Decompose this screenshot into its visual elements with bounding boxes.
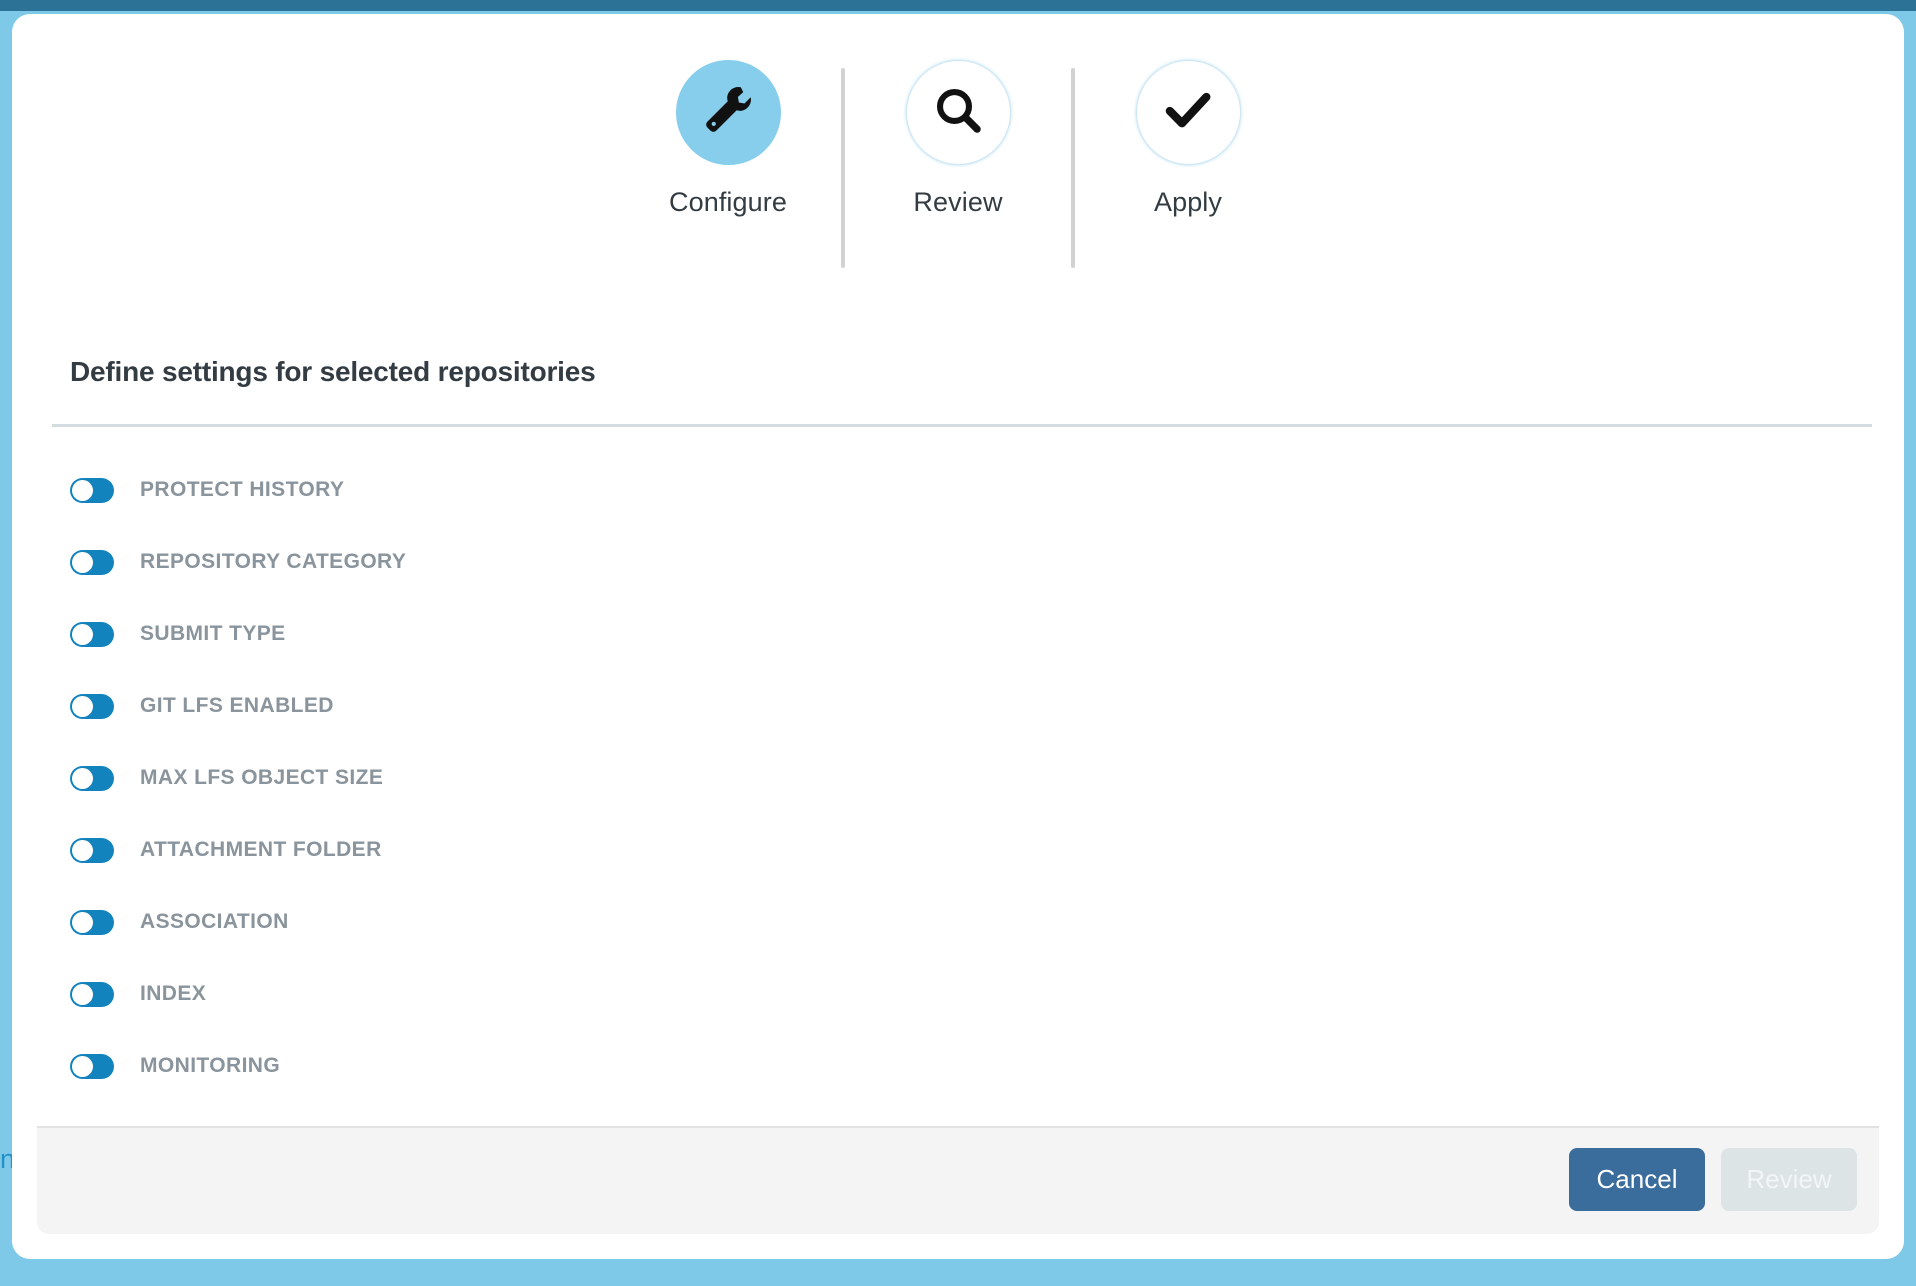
check-icon bbox=[1159, 81, 1217, 144]
toggle-index[interactable] bbox=[70, 981, 114, 1007]
setting-label: ASSOCIATION bbox=[140, 910, 289, 933]
toggle-knob bbox=[72, 623, 93, 645]
setting-row-git-lfs-enabled[interactable]: GIT LFS ENABLED bbox=[12, 670, 1904, 742]
toggle-knob bbox=[72, 479, 93, 501]
wrench-icon bbox=[699, 81, 757, 144]
modal-footer: Cancel Review bbox=[37, 1126, 1879, 1234]
setting-row-protect-history[interactable]: PROTECT HISTORY bbox=[12, 454, 1904, 526]
toggle-knob bbox=[72, 767, 93, 789]
toggle-knob bbox=[72, 839, 93, 861]
step-review[interactable]: Review bbox=[845, 60, 1071, 218]
setting-label: REPOSITORY CATEGORY bbox=[140, 550, 407, 573]
wizard-stepper: Configure Review Apply bbox=[12, 60, 1904, 280]
setting-label: GIT LFS ENABLED bbox=[140, 694, 334, 717]
toggle-repository-category[interactable] bbox=[70, 549, 114, 575]
step-apply[interactable]: Apply bbox=[1075, 60, 1301, 218]
step-configure-label: Configure bbox=[669, 187, 787, 217]
footer-actions: Cancel Review bbox=[1569, 1148, 1857, 1211]
application-window: n Configure Review Apply Define settings… bbox=[0, 0, 1916, 1286]
review-button[interactable]: Review bbox=[1721, 1148, 1857, 1211]
title-divider bbox=[52, 424, 1872, 427]
toggle-attachment-folder[interactable] bbox=[70, 837, 114, 863]
settings-list: PROTECT HISTORY REPOSITORY CATEGORY SUBM… bbox=[12, 454, 1904, 1102]
setting-label: MONITORING bbox=[140, 1054, 281, 1077]
step-apply-circle[interactable] bbox=[1135, 60, 1241, 165]
window-top-bar bbox=[0, 0, 1916, 11]
setting-row-max-lfs-object-size[interactable]: MAX LFS OBJECT SIZE bbox=[12, 742, 1904, 814]
setting-row-attachment-folder[interactable]: ATTACHMENT FOLDER bbox=[12, 814, 1904, 886]
setting-label: ATTACHMENT FOLDER bbox=[140, 838, 382, 861]
toggle-association[interactable] bbox=[70, 909, 114, 935]
toggle-knob bbox=[72, 551, 93, 573]
search-icon bbox=[930, 82, 986, 143]
setting-label: MAX LFS OBJECT SIZE bbox=[140, 766, 384, 789]
setting-row-submit-type[interactable]: SUBMIT TYPE bbox=[12, 598, 1904, 670]
configure-repositories-modal: Configure Review Apply Define settings f… bbox=[12, 14, 1904, 1259]
toggle-knob bbox=[72, 983, 93, 1005]
setting-row-association[interactable]: ASSOCIATION bbox=[12, 886, 1904, 958]
setting-label: SUBMIT TYPE bbox=[140, 622, 286, 645]
toggle-max-lfs-object-size[interactable] bbox=[70, 765, 114, 791]
setting-label: PROTECT HISTORY bbox=[140, 478, 345, 501]
step-configure[interactable]: Configure bbox=[615, 60, 841, 218]
setting-row-index[interactable]: INDEX bbox=[12, 958, 1904, 1030]
step-review-circle[interactable] bbox=[905, 60, 1011, 165]
cancel-button[interactable]: Cancel bbox=[1569, 1148, 1705, 1211]
step-apply-label: Apply bbox=[1153, 187, 1223, 217]
toggle-knob bbox=[72, 695, 93, 717]
setting-label: INDEX bbox=[140, 982, 207, 1005]
setting-row-repository-category[interactable]: REPOSITORY CATEGORY bbox=[12, 526, 1904, 598]
step-configure-circle[interactable] bbox=[675, 60, 781, 165]
toggle-git-lfs-enabled[interactable] bbox=[70, 693, 114, 719]
toggle-monitoring[interactable] bbox=[70, 1053, 114, 1079]
toggle-knob bbox=[72, 1055, 93, 1077]
toggle-knob bbox=[72, 911, 93, 933]
page-title: Define settings for selected repositorie… bbox=[70, 356, 596, 387]
toggle-protect-history[interactable] bbox=[70, 477, 114, 503]
toggle-submit-type[interactable] bbox=[70, 621, 114, 647]
step-review-label: Review bbox=[913, 187, 1003, 217]
setting-row-monitoring[interactable]: MONITORING bbox=[12, 1030, 1904, 1102]
